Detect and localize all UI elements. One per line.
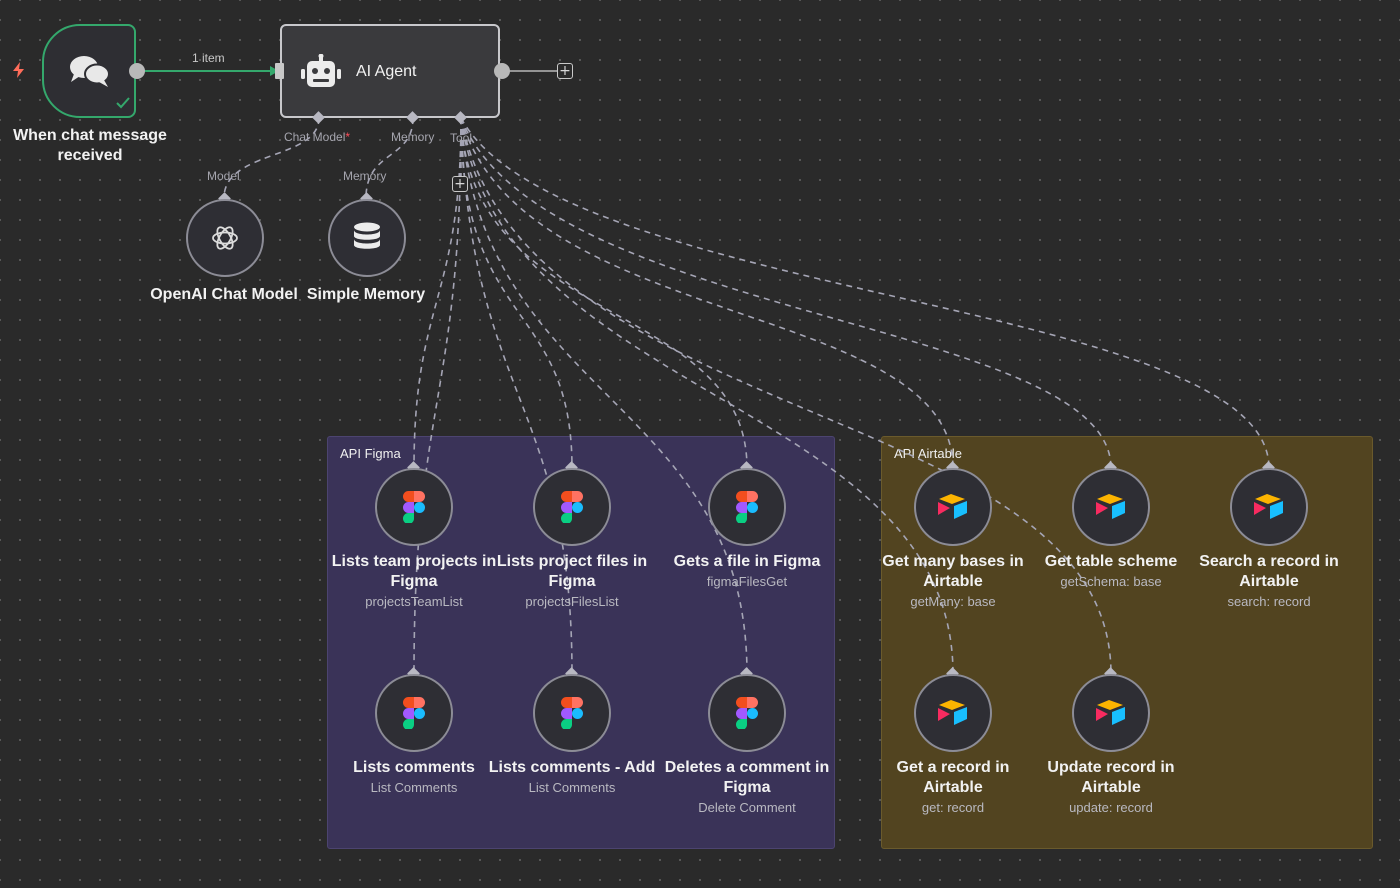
memory-port-label: Memory xyxy=(391,130,435,144)
tool-node-3[interactable] xyxy=(375,674,453,752)
tool-conn-2 xyxy=(460,117,748,469)
tool-node-6[interactable] xyxy=(914,468,992,546)
trigger-title: When chat message received xyxy=(13,127,167,164)
airtable-icon xyxy=(936,698,970,728)
figma-icon xyxy=(736,697,758,729)
tool-subtitle: figmaFilesGet xyxy=(706,574,788,589)
tool-subtitle: Delete Comment xyxy=(698,800,796,815)
tool-node-10[interactable] xyxy=(1072,674,1150,752)
tool-title: Get many bases in Airtable xyxy=(882,553,1024,590)
ai-agent-title: AI Agent xyxy=(356,63,417,80)
tool-subtitle: search: record xyxy=(1227,594,1311,609)
simple-memory-node[interactable] xyxy=(328,199,406,277)
figma-icon xyxy=(561,491,583,523)
tool-subtitle: update: record xyxy=(1069,800,1153,815)
tool-title: Lists team projects in Figma xyxy=(331,553,497,590)
tool-title: Get table scheme xyxy=(1044,553,1178,570)
connection-lines xyxy=(137,66,1270,675)
tool-subtitle: getSchema: base xyxy=(1060,574,1162,589)
ai-agent-node[interactable]: AI Agent xyxy=(280,24,500,118)
tool-node-0[interactable] xyxy=(375,468,453,546)
tool-title: Gets a file in Figma xyxy=(673,553,821,570)
memory-input-label: Memory xyxy=(343,169,387,183)
openai-icon xyxy=(212,226,238,250)
add-next-node-button[interactable]: + xyxy=(557,63,573,79)
add-tool-button[interactable]: + xyxy=(452,176,468,192)
airtable-icon xyxy=(1094,698,1128,728)
simple-memory-title: Simple Memory xyxy=(306,286,426,303)
connection-item-count: 1 item xyxy=(192,51,225,65)
database-icon xyxy=(354,222,380,249)
tool-title: Deletes a comment in Figma xyxy=(664,759,830,796)
tool-node-1[interactable] xyxy=(533,468,611,546)
tool-node-8[interactable] xyxy=(1230,468,1308,546)
chat-model-label-text: Chat Model xyxy=(284,130,346,144)
figma-icon xyxy=(403,491,425,523)
tool-node-7[interactable] xyxy=(1072,468,1150,546)
tool-node-2[interactable] xyxy=(708,468,786,546)
trigger-bolt-icon xyxy=(11,61,27,84)
airtable-icon xyxy=(1094,492,1128,522)
chat-model-port-label: Chat Model* xyxy=(284,130,350,144)
tool-conn-7 xyxy=(460,117,1112,469)
airtable-icon xyxy=(936,492,970,522)
tool-node-5[interactable] xyxy=(708,674,786,752)
model-input-label: Model xyxy=(207,169,240,183)
tool-subtitle: getMany: base xyxy=(910,594,996,609)
tool-subtitle: projectsTeamList xyxy=(365,594,463,609)
figma-icon xyxy=(403,697,425,729)
tool-subtitle: projectsFilesList xyxy=(525,594,619,609)
tool-conn-8 xyxy=(460,117,1270,469)
tool-node-9[interactable] xyxy=(914,674,992,752)
airtable-icon xyxy=(1252,492,1286,522)
tool-title: Lists comments - Add xyxy=(488,759,656,776)
figma-icon xyxy=(736,491,758,523)
chat-bubbles-icon xyxy=(68,54,112,95)
tool-port-label: Tool xyxy=(450,131,473,145)
tool-title: Lists project files in Figma xyxy=(496,553,648,590)
trigger-output-handle[interactable] xyxy=(129,63,145,79)
figma-icon xyxy=(561,697,583,729)
openai-chat-model-node[interactable] xyxy=(186,199,264,277)
tool-title: Search a record in Airtable xyxy=(1199,553,1339,590)
robot-icon xyxy=(300,53,342,97)
success-check-icon xyxy=(115,96,131,115)
tool-subtitle: get: record xyxy=(921,800,985,815)
tool-subtitle: List Comments xyxy=(528,780,616,795)
tool-title: Get a record in Airtable xyxy=(896,759,1010,796)
tool-title: Update record in Airtable xyxy=(1047,759,1175,796)
agent-input-handle[interactable] xyxy=(275,63,284,79)
required-marker: * xyxy=(345,130,351,144)
tool-node-4[interactable] xyxy=(533,674,611,752)
agent-output-handle[interactable] xyxy=(494,63,510,79)
tool-subtitle: List Comments xyxy=(370,780,458,795)
chat-trigger-node[interactable] xyxy=(42,24,136,118)
tool-title: Lists comments xyxy=(353,759,475,776)
